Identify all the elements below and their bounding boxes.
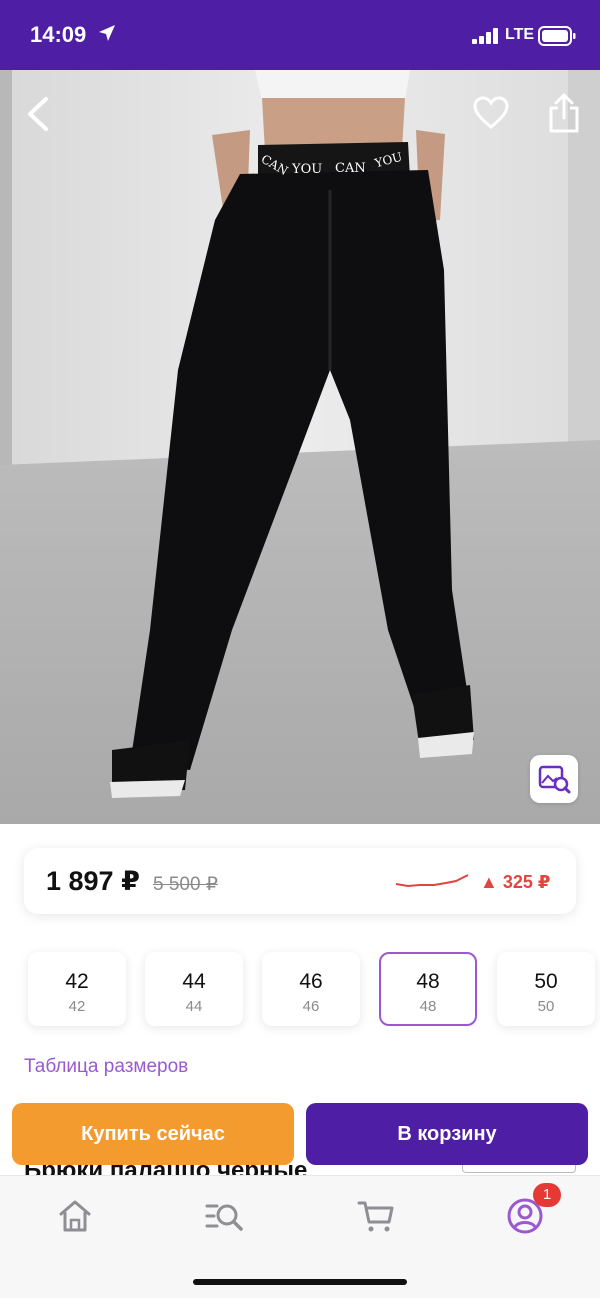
current-price: 1 897 ₽	[46, 866, 140, 896]
image-search-icon	[538, 765, 571, 794]
size-label: 46	[299, 970, 323, 993]
price-trend-sparkline	[395, 874, 469, 888]
profile-notification-badge: 1	[533, 1183, 561, 1207]
size-sublabel: 44	[185, 998, 203, 1015]
catalog-search-icon[interactable]	[205, 1196, 245, 1236]
price-change: ▲ 325 ₽	[480, 872, 550, 893]
network-type: LTE	[505, 26, 535, 43]
size-label: 48	[416, 970, 440, 993]
back-icon[interactable]	[22, 94, 52, 134]
price-change-value: 325 ₽	[502, 872, 551, 892]
home-indicator	[193, 1279, 407, 1285]
old-price: 5 500 ₽	[153, 874, 218, 895]
size-option-50[interactable]: 50 50	[497, 952, 595, 1026]
size-table-link[interactable]: Таблица размеров	[24, 1056, 188, 1078]
up-triangle-icon: ▲	[480, 872, 503, 892]
share-icon[interactable]	[546, 92, 582, 134]
size-selector: 42 42 44 44 46 46 48 48 50 50	[0, 952, 600, 1032]
size-label: 50	[534, 970, 558, 993]
size-sublabel: 46	[302, 998, 320, 1015]
size-option-48[interactable]: 48 48	[379, 952, 477, 1026]
waistband-text-3: CAN	[335, 161, 366, 176]
visual-search-button[interactable]	[530, 755, 578, 803]
heart-icon[interactable]	[472, 94, 510, 132]
cart-icon[interactable]	[356, 1196, 396, 1236]
size-sublabel: 42	[68, 998, 86, 1015]
location-arrow-icon	[99, 25, 115, 41]
product-image[interactable]: CAN YOU CAN YOU	[0, 70, 600, 824]
battery-icon	[538, 26, 576, 46]
add-to-cart-button[interactable]: В корзину	[306, 1103, 588, 1165]
waistband-text-2: YOU	[291, 162, 322, 177]
status-bar: 14:09 LTE	[0, 0, 600, 70]
size-sublabel: 50	[537, 998, 555, 1015]
size-sublabel: 48	[419, 998, 437, 1015]
status-time: 14:09	[30, 22, 87, 47]
size-option-44[interactable]: 44 44	[145, 952, 243, 1026]
home-icon[interactable]	[55, 1196, 95, 1236]
price-card[interactable]: 1 897 ₽ 5 500 ₽ ▲ 325 ₽	[24, 848, 576, 914]
size-label: 42	[65, 970, 89, 993]
size-option-42[interactable]: 42 42	[28, 952, 126, 1026]
size-option-46[interactable]: 46 46	[262, 952, 360, 1026]
buy-now-button[interactable]: Купить сейчас	[12, 1103, 294, 1165]
size-label: 44	[182, 970, 206, 993]
product-photo-scene: CAN YOU CAN YOU	[0, 70, 600, 824]
signal-icon	[472, 28, 498, 44]
